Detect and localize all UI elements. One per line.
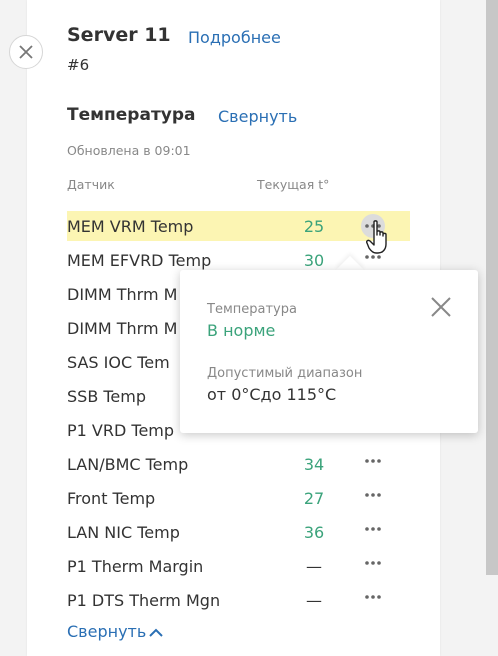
sensor-row: MEM VRM Temp 25 [67, 211, 410, 241]
collapse-link[interactable]: Свернуть [218, 107, 297, 126]
tooltip-range-label: Допустимый диапазон [207, 366, 363, 381]
hand-pointer-icon [366, 220, 387, 254]
row-menu-button[interactable] [361, 449, 385, 473]
bottom-collapse-link[interactable]: Свернуть [67, 622, 163, 641]
sensor-value: 25 [303, 217, 325, 236]
sensor-value: 30 [303, 251, 325, 270]
tooltip-temp-label: Температура [207, 302, 297, 317]
column-header-current-temp: Текущая t° [257, 177, 330, 192]
sensor-row: Front Temp 27 [67, 483, 410, 513]
sensor-row: P1 DTS Therm Mgn — [67, 585, 410, 615]
sensor-name: P1 VRD Temp [67, 421, 175, 440]
more-horizontal-icon [365, 527, 381, 531]
sensor-name: P1 Therm Margin [67, 557, 204, 576]
updated-time: Обновлена в 09:01 [67, 143, 191, 158]
sensor-name: LAN/BMC Temp [67, 455, 189, 474]
tooltip-range-value: от 0°Сдо 115°С [207, 385, 337, 404]
sensor-name: DIMM Thrm M [67, 285, 178, 304]
more-horizontal-icon [365, 493, 381, 497]
sensor-name: MEM VRM Temp [67, 217, 194, 236]
row-menu-button[interactable] [361, 585, 385, 609]
sensor-value: — [306, 591, 322, 610]
sensor-row: LAN/BMC Temp 34 [67, 449, 410, 479]
server-title: Server 11 [67, 24, 171, 46]
details-link[interactable]: Подробнее [188, 28, 281, 47]
sensor-value: 27 [303, 489, 325, 508]
scrollbar[interactable] [486, 0, 498, 575]
more-horizontal-icon [365, 459, 381, 463]
sensor-row: LAN NIC Temp 36 [67, 517, 410, 547]
sensor-row: P1 Therm Margin — [67, 551, 410, 581]
more-horizontal-icon [365, 561, 381, 565]
chevron-up-icon [149, 628, 163, 637]
temperature-tooltip: Температура В норме Допустимый диапазон … [180, 270, 478, 433]
panel-close-button[interactable] [9, 35, 43, 69]
column-header-sensor: Датчик [67, 177, 115, 192]
row-menu-button[interactable] [361, 517, 385, 541]
row-menu-button[interactable] [361, 483, 385, 507]
server-number: #6 [67, 56, 90, 74]
sensor-name: LAN NIC Temp [67, 523, 180, 542]
sensor-value: 36 [303, 523, 325, 542]
row-menu-button[interactable] [361, 551, 385, 575]
close-icon [19, 45, 33, 59]
sensor-name: Front Temp [67, 489, 156, 508]
sensor-name: SAS IOC Tem [67, 353, 170, 372]
tooltip-close-icon[interactable] [430, 296, 452, 318]
sensor-name: DIMM Thrm M [67, 319, 178, 338]
sensor-name: SSB Temp [67, 387, 147, 406]
sensor-value: — [306, 557, 322, 576]
tooltip-temp-status: В норме [207, 321, 276, 340]
sensor-name: MEM EFVRD Temp [67, 251, 212, 270]
sensor-name: P1 DTS Therm Mgn [67, 591, 221, 610]
more-horizontal-icon [365, 595, 381, 599]
bottom-collapse-label: Свернуть [67, 622, 147, 641]
sensor-value: 34 [303, 455, 325, 474]
section-title: Температура [67, 105, 196, 125]
